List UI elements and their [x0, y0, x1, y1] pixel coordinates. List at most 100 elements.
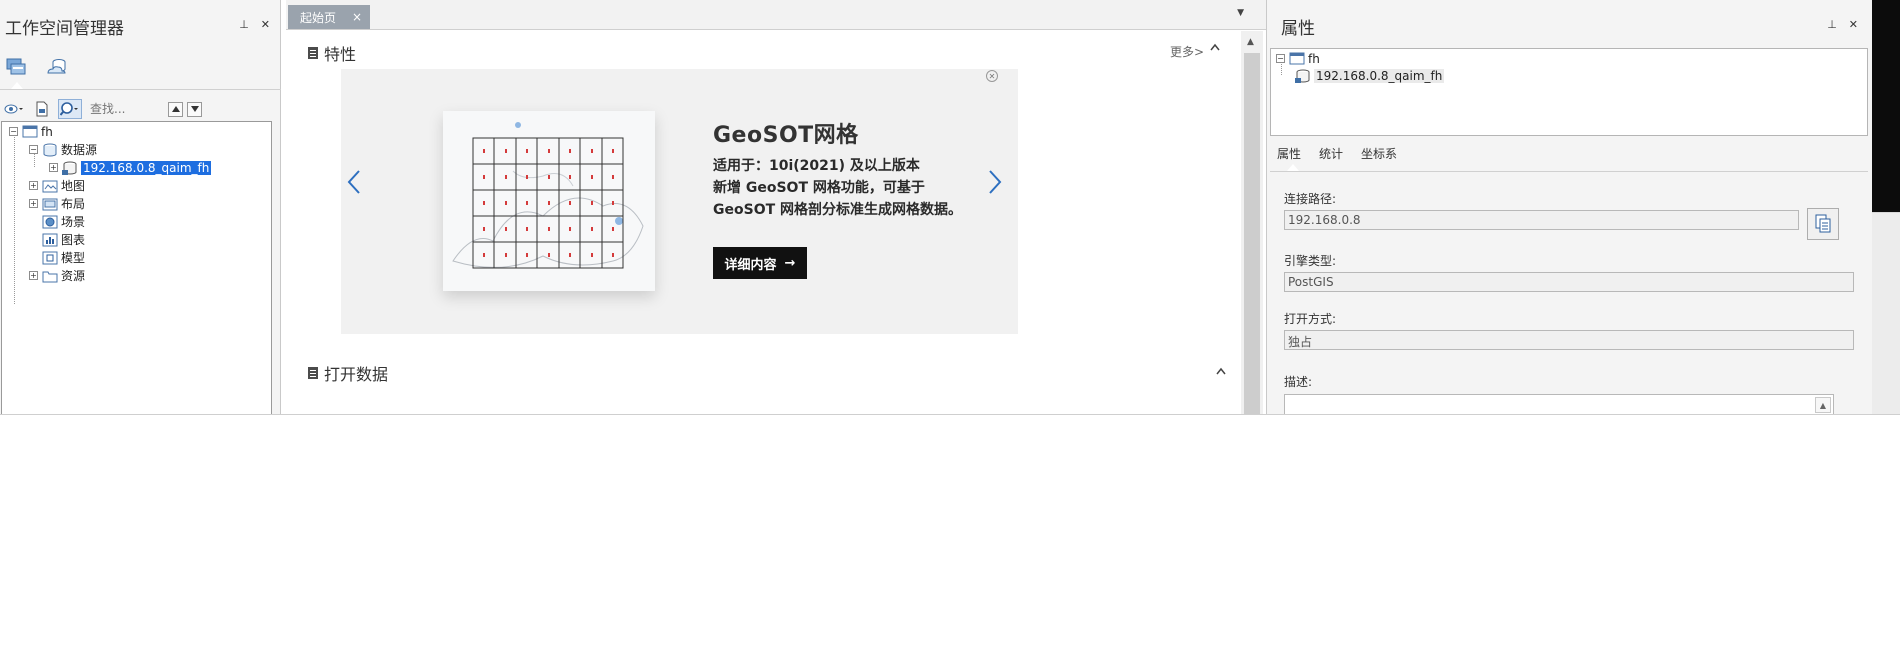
workspace-toolbar [2, 97, 272, 121]
tab-start-page[interactable]: 起始页 × [288, 5, 370, 29]
document-icon [308, 47, 318, 59]
tree-node-label: 图表 [61, 233, 86, 247]
collapse-icon[interactable]: − [9, 127, 18, 136]
open-mode-label: 打开方式: [1284, 312, 1337, 326]
workspace-icon [22, 125, 38, 139]
close-icon[interactable]: ✕ [1849, 18, 1858, 31]
pin-icon[interactable]: ⊥ [1827, 18, 1837, 31]
tree-node-datasource-item[interactable]: + 192.168.0.8_qaim_fh [49, 159, 212, 176]
empty-desktop-area [0, 415, 1900, 662]
tree-node-label: 地图 [61, 179, 86, 193]
background-window-edge-lower [1872, 212, 1900, 414]
postgis-datasource-icon [62, 161, 78, 175]
geosot-grid-map-image [443, 111, 655, 291]
start-page-content: 特性 更多> ✕ GeoSOT网格 适用于：10i(2021) 及以上版本 新增… [286, 31, 1240, 414]
tab-list-dropdown-icon[interactable]: ▼ [1237, 8, 1244, 18]
tab-statistics[interactable]: 统计 [1319, 145, 1343, 162]
banner-line-1: 适用于：10i(2021) 及以上版本 [713, 158, 920, 174]
tab-close-icon[interactable]: × [352, 10, 362, 24]
postgis-datasource-icon [1295, 69, 1311, 83]
scrollbar-thumb[interactable] [1244, 53, 1260, 414]
tree-node-scenes[interactable]: 场景 [42, 213, 85, 230]
open-mode-field[interactable]: 独占 [1284, 330, 1854, 350]
ptree-item-label: 192.168.0.8_qaim_fh [1314, 68, 1445, 83]
scroll-up-icon[interactable]: ▲ [1247, 37, 1254, 47]
arrow-right-icon: → [784, 255, 796, 271]
properties-form: 连接路径: 192.168.0.8 引擎类型: PostGIS 打开方式: 独占… [1270, 171, 1868, 414]
tree-node-maps[interactable]: + 地图 [29, 177, 85, 194]
workspace-tree-icon [6, 58, 26, 75]
workspace-icon [1289, 52, 1305, 66]
tree-node-layouts[interactable]: + 布局 [29, 195, 85, 212]
search-toggle-button[interactable] [58, 99, 82, 119]
properties-panel: 属性 ⊥ ✕ − fh 192.168.0.8_qaim_fh 属性 统计 坐标… [1266, 0, 1872, 414]
collapse-icon[interactable]: − [29, 145, 38, 154]
copy-path-button[interactable] [1807, 208, 1839, 240]
carousel-prev-arrow-icon[interactable] [347, 169, 361, 195]
tree-node-label: 布局 [61, 197, 86, 211]
vertical-scrollbar[interactable]: ▲ [1241, 31, 1263, 414]
tree-node-workspace-root[interactable]: − fh [9, 123, 53, 140]
workspace-view-tabs [0, 48, 281, 90]
workspace-manager-panel: 工作空间管理器 ⊥ ✕ 查找... − fh − 数据源 + 192.168.0… [0, 0, 281, 414]
banner-title: GeoSOT网格 [713, 123, 859, 148]
tree-node-label: 场景 [61, 215, 86, 229]
expand-icon[interactable]: + [49, 163, 58, 172]
engine-type-field[interactable]: PostGIS [1284, 272, 1854, 292]
tree-node-label-selected: 192.168.0.8_qaim_fh [81, 160, 212, 175]
expand-icon[interactable]: + [29, 271, 38, 280]
ptree-datasource-item[interactable]: 192.168.0.8_qaim_fh [1295, 67, 1445, 84]
banner-close-icon[interactable]: ✕ [986, 70, 998, 82]
chart-icon [42, 233, 58, 247]
document-tab-strip: 起始页 × ▼ [286, 0, 1266, 30]
document-icon [308, 367, 318, 379]
features-section-header: 特性 [308, 41, 356, 65]
search-input[interactable] [86, 99, 154, 119]
details-button[interactable]: 详细内容 → [713, 247, 807, 279]
engine-type-label: 引擎类型: [1284, 254, 1337, 268]
datasource-view-tab[interactable] [42, 54, 72, 80]
tree-node-label: 模型 [61, 251, 86, 265]
pin-icon[interactable]: ⊥ [239, 18, 249, 31]
tree-node-models[interactable]: 模型 [42, 249, 85, 266]
datasource-icon [42, 143, 58, 157]
desktop-app-window: 工作空间管理器 ⊥ ✕ 查找... − fh − 数据源 + 192.168.0… [0, 0, 1900, 415]
properties-object-tree: − fh 192.168.0.8_qaim_fh [1270, 48, 1868, 136]
copy-icon [1815, 214, 1831, 233]
carousel-next-arrow-icon[interactable] [988, 169, 1002, 195]
more-link[interactable]: 更多> [1170, 43, 1220, 60]
tab-properties[interactable]: 属性 [1277, 145, 1301, 171]
search-next-button[interactable] [187, 101, 202, 117]
workspace-panel-controls: ⊥ ✕ [239, 18, 270, 31]
features-title: 特性 [324, 45, 357, 64]
close-icon[interactable]: ✕ [261, 18, 270, 31]
ptree-root[interactable]: − fh [1276, 50, 1320, 67]
chevron-up-icon[interactable] [1216, 367, 1226, 375]
tree-node-label: 数据源 [61, 143, 98, 157]
model-icon [42, 251, 58, 265]
search-prev-button[interactable] [168, 101, 183, 117]
new-document-button[interactable] [30, 99, 54, 119]
start-page-area: 起始页 × ▼ 特性 更多> ✕ GeoSOT网格 适用于：10i(2021) … [286, 0, 1266, 414]
scroll-up-icon[interactable]: ▲ [1815, 397, 1831, 413]
open-workspace-button[interactable] [2, 99, 26, 119]
tab-coordinate-system[interactable]: 坐标系 [1361, 145, 1397, 162]
properties-tabs: 属性 统计 坐标系 [1277, 145, 1397, 171]
chevron-up-icon[interactable] [1210, 43, 1220, 51]
description-textarea[interactable]: ▲ [1284, 394, 1834, 414]
tree-node-resources[interactable]: + 资源 [29, 267, 85, 284]
workspace-tree-tab[interactable] [2, 54, 32, 89]
open-data-title: 打开数据 [324, 365, 389, 384]
connection-path-label: 连接路径: [1284, 192, 1337, 206]
more-label: 更多> [1169, 45, 1204, 59]
connection-path-field[interactable]: 192.168.0.8 [1284, 210, 1799, 230]
tree-node-datasources[interactable]: − 数据源 [29, 141, 97, 158]
folder-icon [42, 269, 58, 283]
expand-icon[interactable]: + [29, 199, 38, 208]
properties-panel-controls: ⊥ ✕ [1827, 18, 1858, 31]
details-button-label: 详细内容 [724, 257, 777, 273]
collapse-icon[interactable]: − [1276, 54, 1285, 63]
tree-node-charts[interactable]: 图表 [42, 231, 85, 248]
tree-node-label: 资源 [61, 269, 86, 283]
expand-icon[interactable]: + [29, 181, 38, 190]
